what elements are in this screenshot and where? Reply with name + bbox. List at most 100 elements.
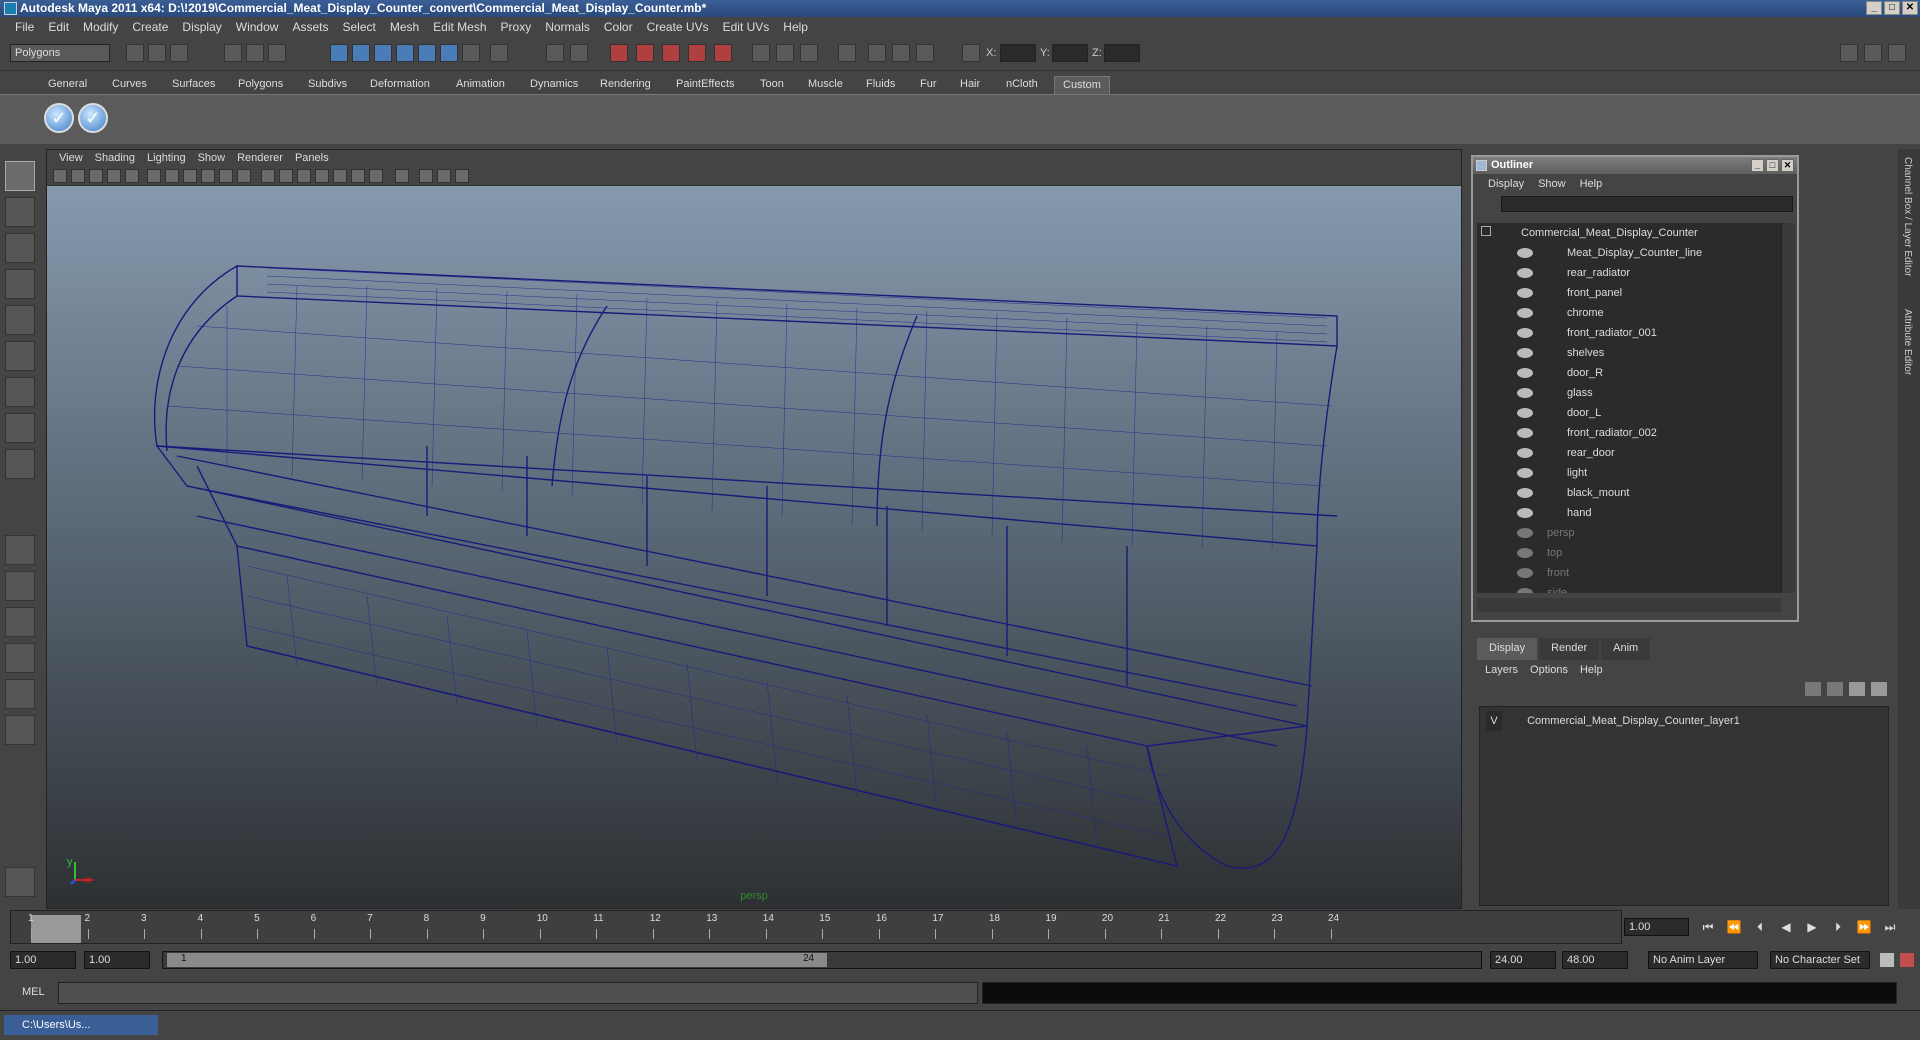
vp-menu-shading[interactable]: Shading — [89, 152, 141, 164]
open-scene-icon[interactable] — [148, 44, 166, 62]
four-view-icon[interactable] — [5, 571, 35, 601]
hand-icon[interactable] — [5, 867, 35, 897]
tree-node-root[interactable]: Commercial_Meat_Display_Counter — [1481, 223, 1698, 243]
vp-menu-view[interactable]: View — [53, 152, 89, 164]
grid-icon[interactable] — [125, 169, 139, 183]
tree-node[interactable]: rear_radiator — [1477, 263, 1630, 283]
mel-input[interactable] — [58, 982, 978, 1004]
menu-color[interactable]: Color — [597, 20, 640, 34]
menu-create-uvs[interactable]: Create UVs — [640, 20, 716, 34]
xray-icon[interactable] — [395, 169, 409, 183]
hypergraph-layout-icon[interactable] — [5, 679, 35, 709]
menu-window[interactable]: Window — [229, 20, 286, 34]
new-layer-icon[interactable] — [1849, 682, 1865, 696]
lock-icon[interactable] — [546, 44, 564, 62]
safe-action-icon[interactable] — [219, 169, 233, 183]
tab-general[interactable]: General — [40, 76, 95, 94]
playback-start-field[interactable]: 1.00 — [84, 951, 150, 969]
minimized-window[interactable]: C:\Users\Us... — [4, 1015, 158, 1035]
playback-end-field[interactable]: 24.00 — [1490, 951, 1556, 969]
menu-normals[interactable]: Normals — [538, 20, 597, 34]
outliner-menu-display[interactable]: Display — [1481, 178, 1531, 190]
animation-start-field[interactable]: 1.00 — [10, 951, 76, 969]
rotate-tool-icon[interactable] — [5, 305, 35, 335]
soft-mod-icon[interactable] — [5, 413, 35, 443]
tree-node[interactable]: light — [1477, 463, 1587, 483]
menu-mesh[interactable]: Mesh — [383, 20, 426, 34]
last-tool-icon[interactable] — [5, 449, 35, 479]
tab-rendering[interactable]: Rendering — [592, 76, 659, 94]
render-view-icon[interactable] — [714, 44, 732, 62]
layer-menu-layers[interactable]: Layers — [1479, 664, 1524, 676]
resolution-gate-icon[interactable] — [165, 169, 179, 183]
wireframe-icon[interactable] — [868, 44, 886, 62]
collapse-icon[interactable] — [1481, 226, 1491, 236]
hypershade-icon[interactable] — [688, 44, 706, 62]
layer-name[interactable]: Commercial_Meat_Display_Counter_layer1 — [1527, 715, 1740, 727]
play-forward-icon[interactable]: ▶ — [1804, 920, 1820, 936]
select-lock-icon[interactable] — [570, 44, 588, 62]
menu-create[interactable]: Create — [125, 20, 175, 34]
channel-box-tab[interactable]: Channel Box / Layer Editor — [1902, 157, 1913, 277]
checkmark-icon[interactable]: ✓ — [44, 103, 74, 133]
tree-node[interactable]: door_R — [1477, 363, 1603, 383]
tree-node[interactable]: door_L — [1477, 403, 1601, 423]
close-button[interactable]: ✕ — [1902, 1, 1918, 15]
vp-menu-panels[interactable]: Panels — [289, 152, 335, 164]
menu-edit-uvs[interactable]: Edit UVs — [716, 20, 777, 34]
select-object-icon[interactable] — [246, 44, 264, 62]
outliner-minimize-button[interactable]: _ — [1751, 159, 1764, 172]
tree-node[interactable]: Meat_Display_Counter_line — [1477, 243, 1702, 263]
range-slider-handle[interactable] — [167, 953, 827, 967]
auto-key-icon[interactable] — [1880, 953, 1894, 967]
tree-node[interactable]: rear_door — [1477, 443, 1615, 463]
attribute-editor-tab[interactable]: Attribute Editor — [1902, 309, 1913, 375]
move-tool-icon[interactable] — [5, 269, 35, 299]
minimize-button[interactable]: _ — [1866, 1, 1882, 15]
menu-proxy[interactable]: Proxy — [494, 20, 539, 34]
vp-menu-renderer[interactable]: Renderer — [231, 152, 289, 164]
resolution-gate-icon[interactable] — [800, 44, 818, 62]
menu-help[interactable]: Help — [776, 20, 815, 34]
select-hierarchy-icon[interactable] — [224, 44, 242, 62]
tab-layer-render[interactable]: Render — [1539, 638, 1600, 660]
snap-point-icon[interactable] — [374, 44, 392, 62]
camera-select-icon[interactable] — [53, 169, 67, 183]
shaded-icon[interactable] — [892, 44, 910, 62]
frame-all-icon[interactable] — [437, 169, 451, 183]
layer-menu-options[interactable]: Options — [1524, 664, 1574, 676]
help-icon[interactable] — [490, 44, 508, 62]
tab-fluids[interactable]: Fluids — [858, 76, 903, 94]
tree-node[interactable]: front_radiator_002 — [1477, 423, 1657, 443]
default-light-icon[interactable] — [333, 169, 347, 183]
camera-node[interactable]: top — [1477, 543, 1562, 563]
tab-toon[interactable]: Toon — [752, 76, 792, 94]
menu-assets[interactable]: Assets — [285, 20, 335, 34]
current-frame-marker[interactable] — [31, 915, 81, 943]
menu-display[interactable]: Display — [175, 20, 228, 34]
vp-menu-show[interactable]: Show — [192, 152, 232, 164]
step-forward-icon[interactable]: ⏩ — [1856, 920, 1872, 936]
tree-node[interactable]: chrome — [1477, 303, 1604, 323]
layer-move-down-icon[interactable] — [1827, 682, 1843, 696]
range-slider[interactable]: 1 24 — [162, 951, 1482, 969]
transform-mode-icon[interactable] — [962, 44, 980, 62]
y-field[interactable] — [1052, 44, 1088, 62]
tree-node[interactable]: front_panel — [1477, 283, 1622, 303]
camera-node[interactable]: front — [1477, 563, 1569, 583]
all-lights-icon[interactable] — [351, 169, 365, 183]
viewport-icon[interactable] — [838, 44, 856, 62]
mel-label[interactable]: MEL — [22, 986, 45, 998]
tab-layer-anim[interactable]: Anim — [1601, 638, 1651, 660]
render-settings-icon[interactable] — [662, 44, 680, 62]
paint-select-icon[interactable] — [5, 233, 35, 263]
snap-surface-icon[interactable] — [418, 44, 436, 62]
x-field[interactable] — [1000, 44, 1036, 62]
outliner-layout-icon[interactable] — [5, 607, 35, 637]
tab-curves[interactable]: Curves — [104, 76, 155, 94]
camera-node[interactable]: side — [1477, 583, 1567, 593]
image-plane-icon[interactable] — [107, 169, 121, 183]
texture-icon[interactable] — [916, 44, 934, 62]
go-to-end-icon[interactable]: ⏭ — [1882, 920, 1898, 936]
render-frame-icon[interactable] — [610, 44, 628, 62]
